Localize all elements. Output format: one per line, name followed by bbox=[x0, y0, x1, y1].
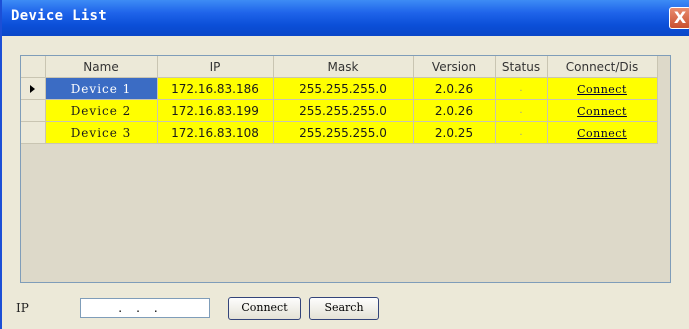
device-table: Name IP Mask Version Status Connect/Dis … bbox=[21, 56, 658, 144]
device-ip-cell[interactable]: 172.16.83.199 bbox=[157, 99, 274, 122]
connect-cell: Connect bbox=[547, 121, 658, 144]
row-selector[interactable] bbox=[21, 99, 46, 122]
row-selector[interactable] bbox=[21, 77, 46, 100]
device-mask-cell[interactable]: 255.255.255.0 bbox=[273, 77, 414, 100]
device-list-window: Device List X Name IP Mask Version Statu… bbox=[0, 0, 689, 329]
connect-link[interactable]: Connect bbox=[577, 83, 627, 96]
device-status-cell: . bbox=[495, 99, 548, 122]
device-ip-cell[interactable]: 172.16.83.186 bbox=[157, 77, 274, 100]
close-button[interactable]: X bbox=[669, 7, 689, 29]
column-header-mask[interactable]: Mask bbox=[273, 56, 414, 78]
device-version-cell[interactable]: 2.0.26 bbox=[413, 77, 496, 100]
search-button[interactable]: Search bbox=[309, 297, 379, 320]
row-header-corner bbox=[21, 56, 46, 78]
device-ip-cell[interactable]: 172.16.83.108 bbox=[157, 121, 274, 144]
column-header-status[interactable]: Status bbox=[495, 56, 548, 78]
device-name-cell[interactable]: Device 2 bbox=[45, 99, 158, 122]
table-row[interactable]: Device 1 172.16.83.186 255.255.255.0 2.0… bbox=[21, 77, 658, 100]
device-version-cell[interactable]: 2.0.26 bbox=[413, 99, 496, 122]
device-status-cell: . bbox=[495, 121, 548, 144]
connect-cell: Connect bbox=[547, 77, 658, 100]
connect-link[interactable]: Connect bbox=[577, 127, 627, 140]
column-header-ip[interactable]: IP bbox=[157, 56, 274, 78]
footer-bar: IP ... Connect Search bbox=[2, 296, 689, 329]
connect-button[interactable]: Connect bbox=[228, 297, 301, 320]
connect-link[interactable]: Connect bbox=[577, 105, 627, 118]
device-grid[interactable]: Name IP Mask Version Status Connect/Dis … bbox=[20, 55, 671, 283]
window-title: Device List bbox=[11, 8, 108, 24]
device-mask-cell[interactable]: 255.255.255.0 bbox=[273, 121, 414, 144]
title-bar[interactable]: Device List X bbox=[2, 0, 689, 36]
row-pointer-icon bbox=[30, 84, 36, 93]
device-name-cell[interactable]: Device 1 bbox=[45, 77, 158, 100]
close-icon: X bbox=[673, 8, 687, 27]
ip-label: IP bbox=[16, 301, 29, 315]
header-row: Name IP Mask Version Status Connect/Dis bbox=[21, 56, 658, 78]
device-mask-cell[interactable]: 255.255.255.0 bbox=[273, 99, 414, 122]
ip-address-input[interactable]: ... bbox=[80, 298, 210, 318]
column-header-name[interactable]: Name bbox=[45, 56, 158, 78]
table-row[interactable]: Device 2 172.16.83.199 255.255.255.0 2.0… bbox=[21, 99, 658, 122]
row-selector[interactable] bbox=[21, 121, 46, 144]
column-header-connect[interactable]: Connect/Dis bbox=[547, 56, 658, 78]
device-status-cell: . bbox=[495, 77, 548, 100]
device-name-cell[interactable]: Device 3 bbox=[45, 121, 158, 144]
column-header-version[interactable]: Version bbox=[413, 56, 496, 78]
device-version-cell[interactable]: 2.0.25 bbox=[413, 121, 496, 144]
connect-cell: Connect bbox=[547, 99, 658, 122]
table-row[interactable]: Device 3 172.16.83.108 255.255.255.0 2.0… bbox=[21, 121, 658, 144]
